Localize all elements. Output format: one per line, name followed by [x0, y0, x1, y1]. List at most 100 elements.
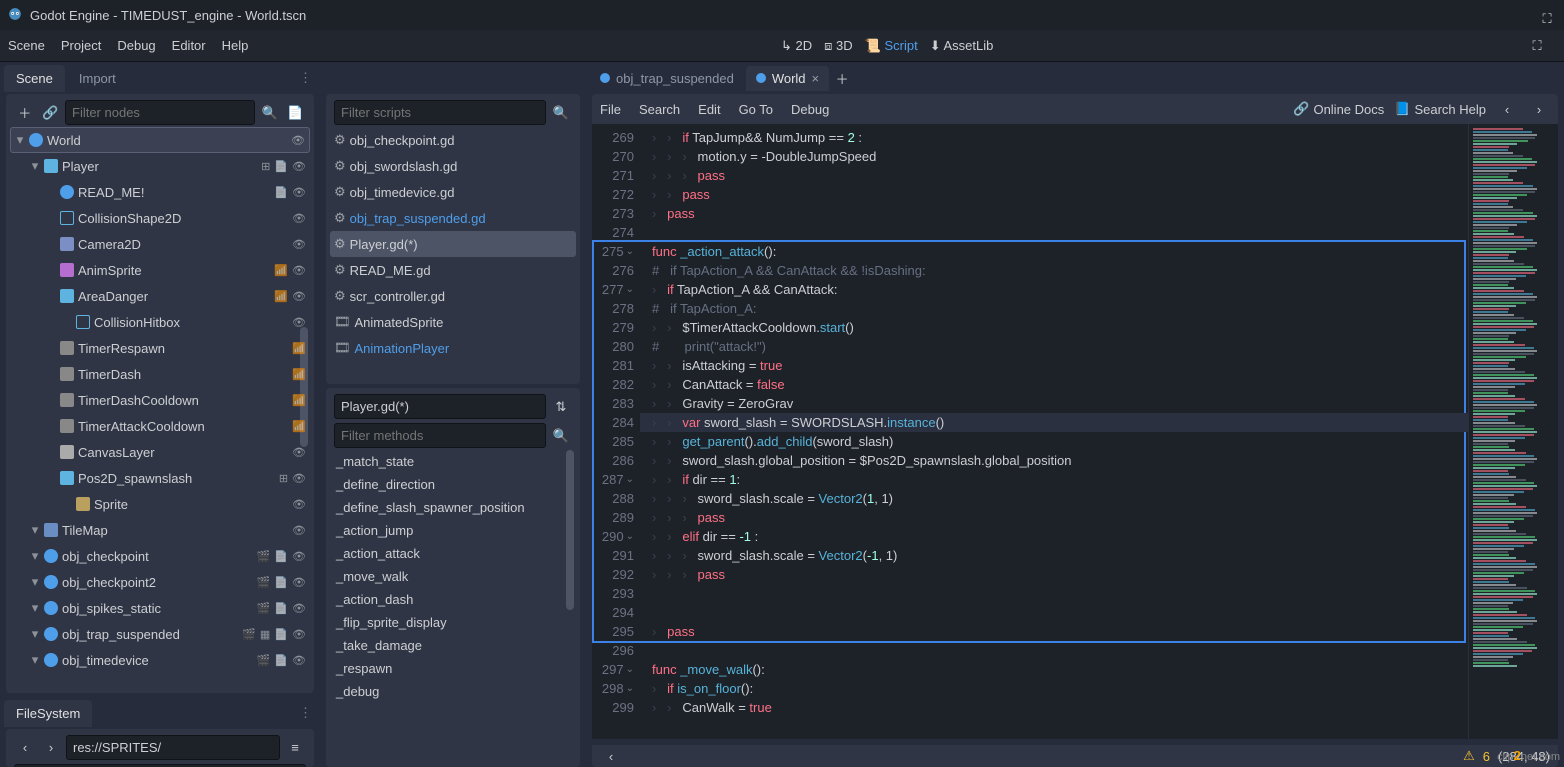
tree-node[interactable]: ▾obj_spikes_static🎬📄👁: [10, 595, 310, 621]
instance-scene-button[interactable]: 🔗: [40, 102, 62, 124]
menu-project[interactable]: Project: [61, 38, 101, 53]
script-item[interactable]: ⚙Player.gd(*): [330, 231, 576, 257]
method-item[interactable]: _action_dash: [330, 588, 576, 611]
tree-node[interactable]: TimerDash📶: [10, 361, 310, 387]
mode-script[interactable]: 📜 Script: [865, 38, 918, 54]
script-item[interactable]: ⚙scr_controller.gd: [330, 283, 576, 309]
tree-node[interactable]: TimerAttackCooldown📶: [10, 413, 310, 439]
dock-options-icon[interactable]: ⋮: [299, 70, 312, 86]
dock-options-icon[interactable]: ⋮: [299, 705, 312, 721]
nav-back-button[interactable]: ‹: [1496, 98, 1518, 120]
method-item[interactable]: _action_jump: [330, 519, 576, 542]
eye-icon[interactable]: 👁: [292, 602, 306, 615]
script-icon[interactable]: 📄: [274, 654, 288, 667]
sig-icon[interactable]: 📶: [292, 342, 306, 355]
eye-icon[interactable]: 👁: [292, 628, 306, 641]
tree-node[interactable]: Camera2D👁: [10, 231, 310, 257]
script-icon[interactable]: 📄: [274, 576, 288, 589]
tree-node[interactable]: Pos2D_spawnslash⊞👁: [10, 465, 310, 491]
method-item[interactable]: _define_direction: [330, 473, 576, 496]
script-item[interactable]: ⚙obj_swordslash.gd: [330, 153, 576, 179]
script-item[interactable]: ⚙obj_trap_suspended.gd: [330, 205, 576, 231]
script-icon[interactable]: 📄: [274, 186, 288, 199]
method-item[interactable]: _debug: [330, 680, 576, 703]
code-menu-edit[interactable]: Edit: [698, 102, 720, 117]
close-icon[interactable]: ×: [812, 71, 820, 86]
script-icon[interactable]: 📄: [274, 550, 288, 563]
method-item[interactable]: _match_state: [330, 450, 576, 473]
eye-icon[interactable]: 👁: [291, 134, 305, 147]
script-item[interactable]: 🎞AnimatedSprite: [330, 309, 576, 335]
tree-node[interactable]: Sprite👁: [10, 491, 310, 517]
menu-editor[interactable]: Editor: [172, 38, 206, 53]
tree-node[interactable]: ▾obj_trap_suspended🎬▦📄👁: [10, 621, 310, 647]
code-editor[interactable]: 269270271272273274275 ⌄276277 ⌄278279280…: [592, 124, 1558, 739]
clap-icon[interactable]: 🎬: [242, 628, 256, 641]
tree-node[interactable]: TimerDashCooldown📶: [10, 387, 310, 413]
eye-icon[interactable]: 👁: [292, 212, 306, 225]
filter-methods-input[interactable]: [334, 423, 546, 448]
col-icon[interactable]: ▦: [260, 628, 270, 641]
online-docs-link[interactable]: 🔗 Online Docs: [1293, 101, 1384, 117]
eye-icon[interactable]: 👁: [292, 316, 306, 329]
tree-node[interactable]: ▾obj_checkpoint🎬📄👁: [10, 543, 310, 569]
tab-import[interactable]: Import: [67, 65, 128, 92]
nav-back-button[interactable]: ‹: [14, 737, 36, 759]
code-menu-file[interactable]: File: [600, 102, 621, 117]
script-tab[interactable]: obj_trap_suspended: [590, 66, 744, 91]
minimap[interactable]: [1468, 124, 1558, 739]
tree-node[interactable]: READ_ME!📄👁: [10, 179, 310, 205]
eye-icon[interactable]: 👁: [292, 446, 306, 459]
tree-node[interactable]: ▾World👁: [10, 127, 310, 153]
expand-icon[interactable]: ⛶: [1526, 35, 1548, 57]
add-node-button[interactable]: ＋: [14, 102, 36, 124]
eye-icon[interactable]: 👁: [292, 290, 306, 303]
tree-node[interactable]: CanvasLayer👁: [10, 439, 310, 465]
filter-scripts-input[interactable]: [334, 100, 546, 125]
clap-icon[interactable]: 🎬: [257, 602, 271, 615]
sig-icon[interactable]: 📶: [292, 368, 306, 381]
eye-icon[interactable]: 👁: [292, 238, 306, 251]
eye-icon[interactable]: 👁: [292, 576, 306, 589]
search-help-link[interactable]: 📘 Search Help: [1394, 101, 1486, 117]
script-item[interactable]: ⚙obj_timedevice.gd: [330, 179, 576, 205]
filter-nodes-input[interactable]: [65, 100, 255, 125]
script-item[interactable]: ⚙READ_ME.gd: [330, 257, 576, 283]
eye-icon[interactable]: 👁: [292, 186, 306, 199]
eye-icon[interactable]: 👁: [292, 160, 306, 173]
scroll-left-icon[interactable]: ‹: [600, 745, 622, 767]
script-item[interactable]: ⚙obj_checkpoint.gd: [330, 127, 576, 153]
code-menu-search[interactable]: Search: [639, 102, 680, 117]
attach-script-button[interactable]: 📄: [285, 102, 307, 124]
tree-node[interactable]: AnimSprite📶👁: [10, 257, 310, 283]
sort-icon[interactable]: ⇅: [550, 396, 572, 418]
method-item[interactable]: _define_slash_spawner_position: [330, 496, 576, 519]
new-tab-button[interactable]: ＋: [831, 67, 853, 89]
distraction-free-icon[interactable]: ⛶: [1536, 8, 1558, 30]
mode-2d[interactable]: ↳ 2D: [781, 38, 812, 54]
search-icon[interactable]: 🔍: [550, 425, 572, 447]
sig-icon[interactable]: 📶: [292, 394, 306, 407]
tree-node[interactable]: CollisionShape2D👁: [10, 205, 310, 231]
method-item[interactable]: _action_attack: [330, 542, 576, 565]
tab-scene[interactable]: Scene: [4, 65, 65, 92]
search-icon[interactable]: 🔍: [550, 102, 572, 124]
method-header-input[interactable]: [334, 394, 546, 419]
sig-icon[interactable]: 📶: [292, 420, 306, 433]
mode-assetlib[interactable]: ⬇ AssetLib: [930, 38, 994, 54]
menu-debug[interactable]: Debug: [117, 38, 155, 53]
clap-icon[interactable]: 🎬: [257, 654, 271, 667]
code-menu-debug[interactable]: Debug: [791, 102, 829, 117]
tab-filesystem[interactable]: FileSystem: [4, 700, 92, 727]
tree-node[interactable]: TimerRespawn📶: [10, 335, 310, 361]
search-icon[interactable]: 🔍: [259, 102, 281, 124]
eye-icon[interactable]: 👁: [292, 498, 306, 511]
eye-icon[interactable]: 👁: [292, 550, 306, 563]
script-icon[interactable]: 📄: [274, 628, 288, 641]
tree-node[interactable]: AreaDanger📶👁: [10, 283, 310, 309]
fs-options-icon[interactable]: ≡: [284, 737, 306, 759]
tree-node[interactable]: ▾obj_timedevice🎬📄👁: [10, 647, 310, 673]
script-item[interactable]: 🎞AnimationPlayer: [330, 335, 576, 361]
method-item[interactable]: _take_damage: [330, 634, 576, 657]
eye-icon[interactable]: 👁: [292, 524, 306, 537]
